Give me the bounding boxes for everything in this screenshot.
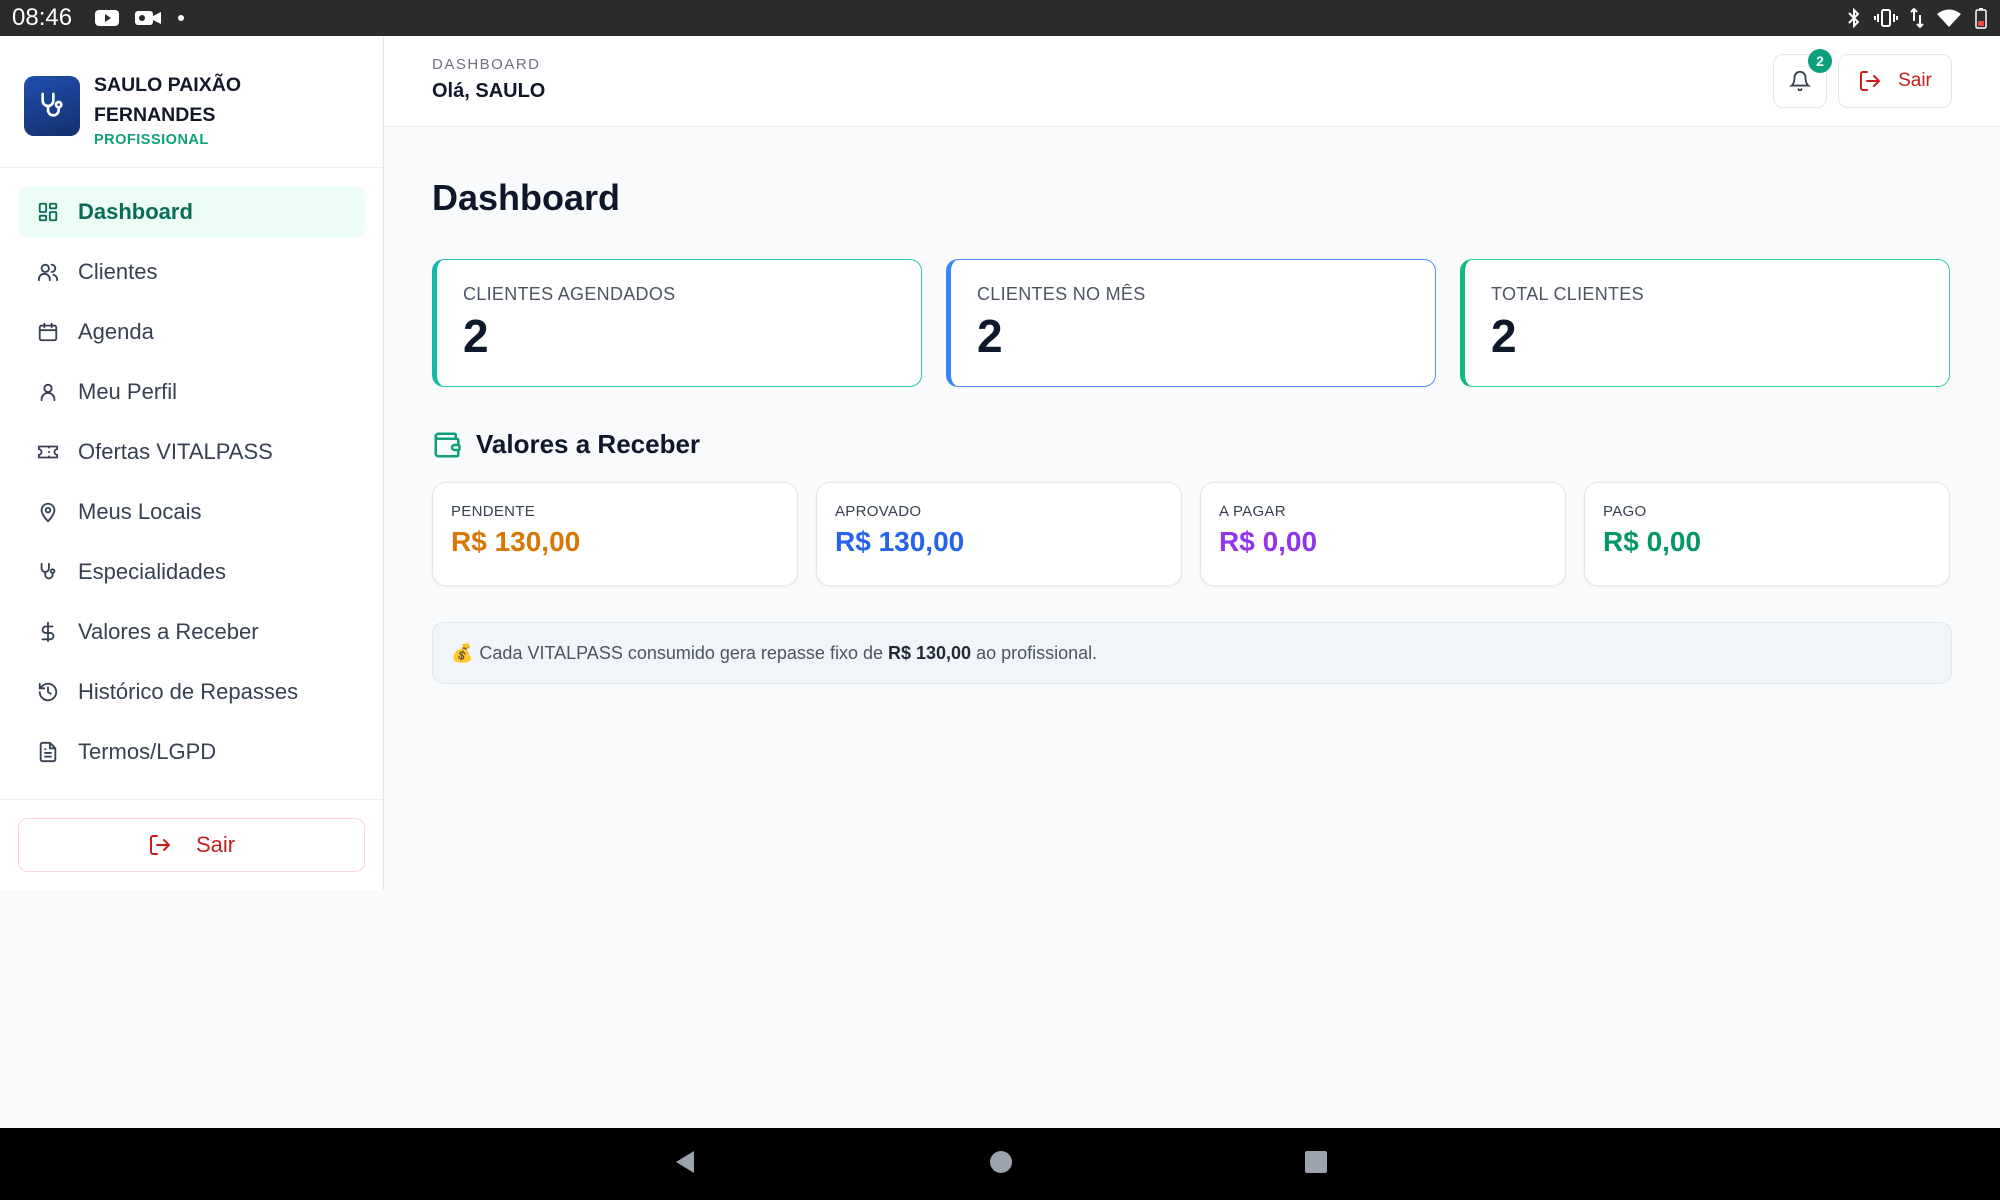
profile-name: SAULO PAIXÃO FERNANDES [94, 74, 241, 126]
map-pin-icon [34, 498, 62, 526]
stats-row: CLIENTES AGENDADOS 2 CLIENTES NO MÊS 2 T… [432, 259, 1952, 387]
value-amount: R$ 0,00 [1603, 526, 1702, 557]
wallet-icon [432, 430, 462, 460]
sidebar-item-meus-locais[interactable]: Meus Locais [18, 486, 365, 538]
sidebar-item-historico-de-repasses[interactable]: Histórico de Repasses [18, 666, 365, 718]
sidebar-item-ofertas-vitalpass[interactable]: Ofertas VITALPASS [18, 426, 365, 478]
greeting: Olá, SAULO [432, 80, 546, 102]
breadcrumb: DASHBOARD [432, 56, 541, 73]
battery-icon [1974, 7, 1988, 29]
sidebar-item-label: Ofertas VITALPASS [78, 439, 273, 464]
avatar [24, 76, 80, 136]
value-amount: R$ 130,00 [835, 526, 965, 557]
sidebar-item-label: Histórico de Repasses [78, 679, 299, 704]
history-icon [34, 678, 62, 706]
sidebar-item-valores-a-receber[interactable]: Valores a Receber [18, 606, 365, 658]
value-label: APROVADO [835, 503, 922, 520]
sidebar-item-especialidades[interactable]: Especialidades [18, 546, 365, 598]
value-card-a-pagar: A PAGAR R$ 0,00 [1200, 482, 1566, 586]
sidebar-footer: Sair [0, 799, 383, 890]
sidebar-logout-label: Sair [195, 832, 236, 857]
money-bag-icon: 💰 [451, 642, 474, 663]
stat-value: 2 [463, 310, 489, 362]
sidebar: SAULO PAIXÃO FERNANDES PROFISSIONAL Dash… [0, 36, 384, 890]
ticket-icon [34, 438, 62, 466]
info-text-suffix: ao profissional. [976, 642, 1098, 663]
sidebar-item-agenda[interactable]: Agenda [18, 306, 365, 358]
user-icon [34, 378, 62, 406]
notification-dot-icon [176, 13, 186, 23]
stethoscope-icon [34, 558, 62, 586]
logout-icon [148, 833, 172, 857]
system-nav-bar [0, 1128, 2000, 1200]
sidebar-item-label: Especialidades [78, 559, 226, 584]
grid-icon [34, 198, 62, 226]
sidebar-item-clientes[interactable]: Clientes [18, 246, 365, 298]
users-icon [34, 258, 62, 286]
sidebar-nav: Dashboard Clientes Agenda Meu Perfil Ofe… [0, 168, 383, 778]
logout-icon [1860, 71, 1881, 91]
sidebar-item-dashboard[interactable]: Dashboard [18, 186, 365, 238]
sidebar-item-label: Clientes [78, 259, 158, 284]
repasse-info-banner: 💰 Cada VITALPASS consumido gera repasse … [432, 622, 1952, 684]
info-text-prefix: Cada VITALPASS consumido gera repasse fi… [479, 642, 883, 663]
youtube-icon [94, 8, 120, 28]
data-arrows-icon [1910, 7, 1924, 29]
status-time: 08:46 [12, 4, 73, 31]
page-title: Dashboard [432, 177, 621, 218]
video-camera-icon [134, 8, 162, 28]
sidebar-item-label: Agenda [78, 319, 154, 344]
wifi-icon [1936, 8, 1962, 28]
info-amount: R$ 130,00 [888, 642, 972, 663]
sidebar-item-label: Meus Locais [78, 499, 202, 524]
top-header: DASHBOARD Olá, SAULO 2 Sair [384, 36, 2000, 127]
sidebar-item-label: Valores a Receber [78, 619, 259, 644]
stat-label: TOTAL CLIENTES [1491, 284, 1644, 304]
recents-icon[interactable] [1304, 1150, 1328, 1179]
value-card-pago: PAGO R$ 0,00 [1584, 482, 1950, 586]
stat-card-clientes-agendados: CLIENTES AGENDADOS 2 [432, 259, 922, 387]
sidebar-item-termos-lgpd[interactable]: Termos/LGPD [18, 726, 365, 778]
bluetooth-icon [1846, 7, 1862, 29]
sidebar-item-label: Termos/LGPD [78, 739, 217, 764]
value-amount: R$ 130,00 [451, 526, 581, 557]
sidebar-item-label: Dashboard [78, 199, 193, 224]
stat-label: CLIENTES NO MÊS [977, 284, 1146, 304]
value-label: PENDENTE [451, 503, 536, 520]
section-title-valores: Valores a Receber [432, 429, 1952, 460]
stat-label: CLIENTES AGENDADOS [463, 284, 676, 304]
sidebar-item-meu-perfil[interactable]: Meu Perfil [18, 366, 365, 418]
value-amount: R$ 0,00 [1219, 526, 1318, 557]
stethoscope-logo-icon [41, 92, 63, 117]
value-card-aprovado: APROVADO R$ 130,00 [816, 482, 1182, 586]
status-bar: 08:46 [0, 0, 2000, 36]
bell-icon [1789, 71, 1811, 92]
value-card-pendente: PENDENTE R$ 130,00 [432, 482, 798, 586]
header-logout-label: Sair [1898, 70, 1932, 91]
home-icon[interactable] [988, 1149, 1014, 1180]
profile-header: SAULO PAIXÃO FERNANDES PROFISSIONAL [0, 36, 383, 168]
receivables-row: PENDENTE R$ 130,00 APROVADO R$ 130,00 A … [432, 482, 1952, 586]
notification-badge: 2 [1808, 49, 1832, 73]
stat-value: 2 [977, 310, 1003, 362]
header-logout-button[interactable]: Sair [1838, 54, 1952, 108]
stat-card-clientes-no-mes: CLIENTES NO MÊS 2 [946, 259, 1436, 387]
dollar-icon [34, 618, 62, 646]
vibrate-icon [1874, 8, 1898, 28]
back-icon[interactable] [672, 1148, 698, 1181]
section-title-text: Valores a Receber [476, 429, 701, 459]
value-label: PAGO [1603, 503, 1647, 520]
sidebar-item-label: Meu Perfil [78, 379, 178, 404]
profile-role: PROFISSIONAL [94, 132, 209, 148]
main-content: Dashboard CLIENTES AGENDADOS 2 CLIENTES … [432, 127, 1952, 684]
value-label: A PAGAR [1219, 503, 1286, 520]
stat-value: 2 [1491, 310, 1517, 362]
sidebar-logout-button[interactable]: Sair [18, 818, 365, 872]
stat-card-total-clientes: TOTAL CLIENTES 2 [1460, 259, 1950, 387]
document-icon [34, 738, 62, 766]
calendar-icon [34, 318, 62, 346]
